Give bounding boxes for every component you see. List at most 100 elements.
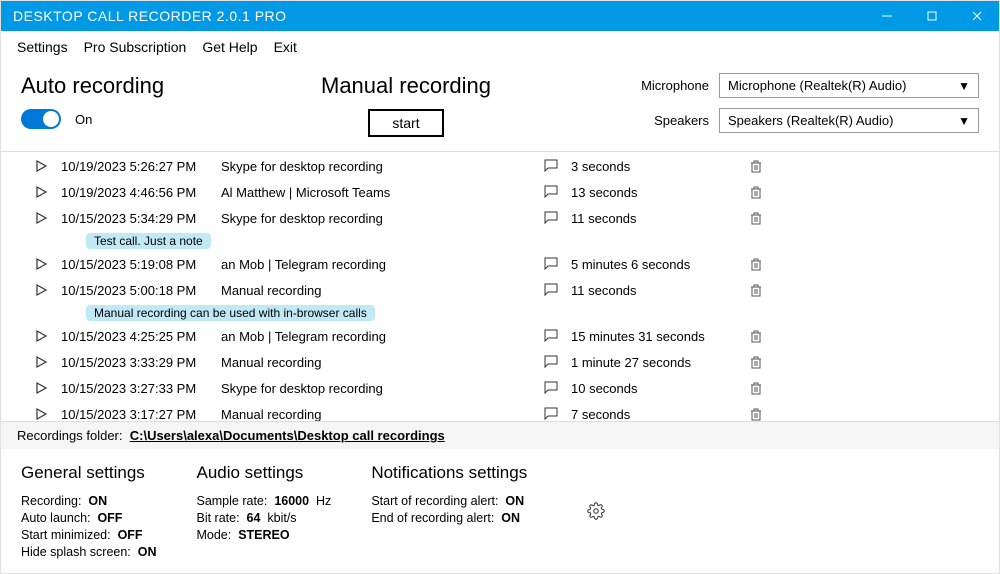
gear-icon[interactable] (587, 502, 605, 520)
recording-time: 10/19/2023 4:46:56 PM (61, 185, 221, 200)
trash-icon[interactable] (749, 159, 763, 173)
recording-row[interactable]: 10/19/2023 4:46:56 PMAl Matthew | Micros… (1, 180, 999, 204)
menubar: Settings Pro Subscription Get Help Exit (1, 31, 999, 63)
play-icon[interactable] (34, 283, 48, 297)
maximize-button[interactable] (909, 1, 954, 31)
controls-row: Auto recording On Manual recording start… (1, 63, 999, 152)
trash-icon[interactable] (749, 185, 763, 199)
settings-line: Bit rate: 64 kbit/s (196, 511, 331, 525)
speakers-value: Speakers (Realtek(R) Audio) (728, 113, 893, 128)
recording-note: Manual recording can be used with in-bro… (86, 305, 375, 321)
recording-duration: 11 seconds (571, 211, 741, 226)
audio-settings-column: Audio settings Sample rate: 16000 Hz Bit r… (196, 463, 331, 559)
recording-note-row: Manual recording can be used with in-bro… (1, 304, 999, 322)
recording-source: Manual recording (221, 283, 531, 298)
play-icon[interactable] (34, 355, 48, 369)
recording-row[interactable]: 10/15/2023 3:17:27 PMManual recording 7 s… (1, 402, 999, 421)
settings-line: Hide splash screen: ON (21, 545, 156, 559)
settings-line: Mode: STEREO (196, 528, 331, 542)
recording-row[interactable]: 10/15/2023 5:19:08 PMan Mob | Telegram r… (1, 252, 999, 276)
folder-path-link[interactable]: C:\Users\alexa\Documents\Desktop call re… (130, 428, 445, 443)
recording-row[interactable]: 10/15/2023 5:00:18 PMManual recording 11 … (1, 278, 999, 302)
recording-duration: 5 minutes 6 seconds (571, 257, 741, 272)
microphone-select[interactable]: Microphone (Realtek(R) Audio) ▼ (719, 73, 979, 98)
comment-icon[interactable] (543, 184, 559, 200)
recording-source: Skype for desktop recording (221, 381, 531, 396)
microphone-label: Microphone (629, 78, 709, 93)
comment-icon[interactable] (543, 210, 559, 226)
menu-settings[interactable]: Settings (17, 39, 68, 55)
comment-icon[interactable] (543, 328, 559, 344)
recording-duration: 7 seconds (571, 407, 741, 422)
start-button[interactable]: start (368, 109, 443, 137)
close-button[interactable] (954, 1, 999, 31)
recording-source: Manual recording (221, 355, 531, 370)
trash-icon[interactable] (749, 407, 763, 421)
device-column: Microphone Microphone (Realtek(R) Audio)… (629, 73, 979, 133)
chevron-down-icon: ▼ (958, 114, 970, 128)
recording-row[interactable]: 10/15/2023 5:34:29 PMSkype for desktop r… (1, 206, 999, 230)
settings-section-title: Audio settings (196, 463, 331, 483)
settings-line: Sample rate: 16000 Hz (196, 494, 331, 508)
play-icon[interactable] (34, 407, 48, 421)
play-icon[interactable] (34, 211, 48, 225)
settings-line: End of recording alert: ON (371, 511, 527, 525)
recording-time: 10/15/2023 5:00:18 PM (61, 283, 221, 298)
notifications-settings-column: Notifications settingsStart of recording… (371, 463, 527, 559)
recording-time: 10/15/2023 3:27:33 PM (61, 381, 221, 396)
recording-duration: 15 minutes 31 seconds (571, 329, 741, 344)
folder-label: Recordings folder: (17, 428, 123, 443)
settings-section-title: Notifications settings (371, 463, 527, 483)
recording-time: 10/19/2023 5:26:27 PM (61, 159, 221, 174)
settings-section-title: General settings (21, 463, 156, 483)
recording-duration: 11 seconds (571, 283, 741, 298)
recording-row[interactable]: 10/15/2023 3:33:29 PMManual recording 1 m… (1, 350, 999, 374)
auto-recording-toggle[interactable] (21, 109, 61, 129)
settings-line: Auto launch: OFF (21, 511, 156, 525)
recording-row[interactable]: 10/15/2023 3:27:33 PMSkype for desktop r… (1, 376, 999, 400)
comment-icon[interactable] (543, 282, 559, 298)
recording-source: an Mob | Telegram recording (221, 257, 531, 272)
auto-recording-section: Auto recording On (21, 73, 291, 129)
recording-row[interactable]: 10/15/2023 4:25:25 PMan Mob | Telegram r… (1, 324, 999, 348)
comment-icon[interactable] (543, 158, 559, 174)
settings-line: Recording: ON (21, 494, 156, 508)
trash-icon[interactable] (749, 329, 763, 343)
comment-icon[interactable] (543, 354, 559, 370)
auto-recording-title: Auto recording (21, 73, 291, 99)
settings-line: Start minimized: OFF (21, 528, 156, 542)
play-icon[interactable] (34, 159, 48, 173)
speakers-label: Speakers (629, 113, 709, 128)
trash-icon[interactable] (749, 211, 763, 225)
recording-row[interactable]: 10/19/2023 5:26:27 PMSkype for desktop r… (1, 154, 999, 178)
trash-icon[interactable] (749, 381, 763, 395)
menu-exit[interactable]: Exit (274, 39, 297, 55)
app-title: DESKTOP CALL RECORDER 2.0.1 PRO (13, 8, 287, 24)
play-icon[interactable] (34, 185, 48, 199)
play-icon[interactable] (34, 381, 48, 395)
recording-source: Skype for desktop recording (221, 159, 531, 174)
chevron-down-icon: ▼ (958, 79, 970, 93)
recording-time: 10/15/2023 3:33:29 PM (61, 355, 221, 370)
recording-duration: 3 seconds (571, 159, 741, 174)
comment-icon[interactable] (543, 380, 559, 396)
recording-source: Skype for desktop recording (221, 211, 531, 226)
comment-icon[interactable] (543, 256, 559, 272)
play-icon[interactable] (34, 257, 48, 271)
minimize-button[interactable] (864, 1, 909, 31)
general-settings-column: General settings Recording: ON Auto launch… (21, 463, 156, 559)
recording-source: Manual recording (221, 407, 531, 422)
trash-icon[interactable] (749, 355, 763, 369)
play-icon[interactable] (34, 329, 48, 343)
speakers-select[interactable]: Speakers (Realtek(R) Audio) ▼ (719, 108, 979, 133)
comment-icon[interactable] (543, 406, 559, 421)
trash-icon[interactable] (749, 257, 763, 271)
recording-duration: 1 minute 27 seconds (571, 355, 741, 370)
recording-note: Test call. Just a note (86, 233, 211, 249)
menu-pro-subscription[interactable]: Pro Subscription (84, 39, 187, 55)
folder-bar: Recordings folder: C:\Users\alexa\Docume… (1, 421, 999, 449)
menu-get-help[interactable]: Get Help (202, 39, 257, 55)
recording-time: 10/15/2023 3:17:27 PM (61, 407, 221, 422)
trash-icon[interactable] (749, 283, 763, 297)
recordings-list[interactable]: 10/19/2023 5:26:27 PMSkype for desktop r… (1, 152, 999, 421)
